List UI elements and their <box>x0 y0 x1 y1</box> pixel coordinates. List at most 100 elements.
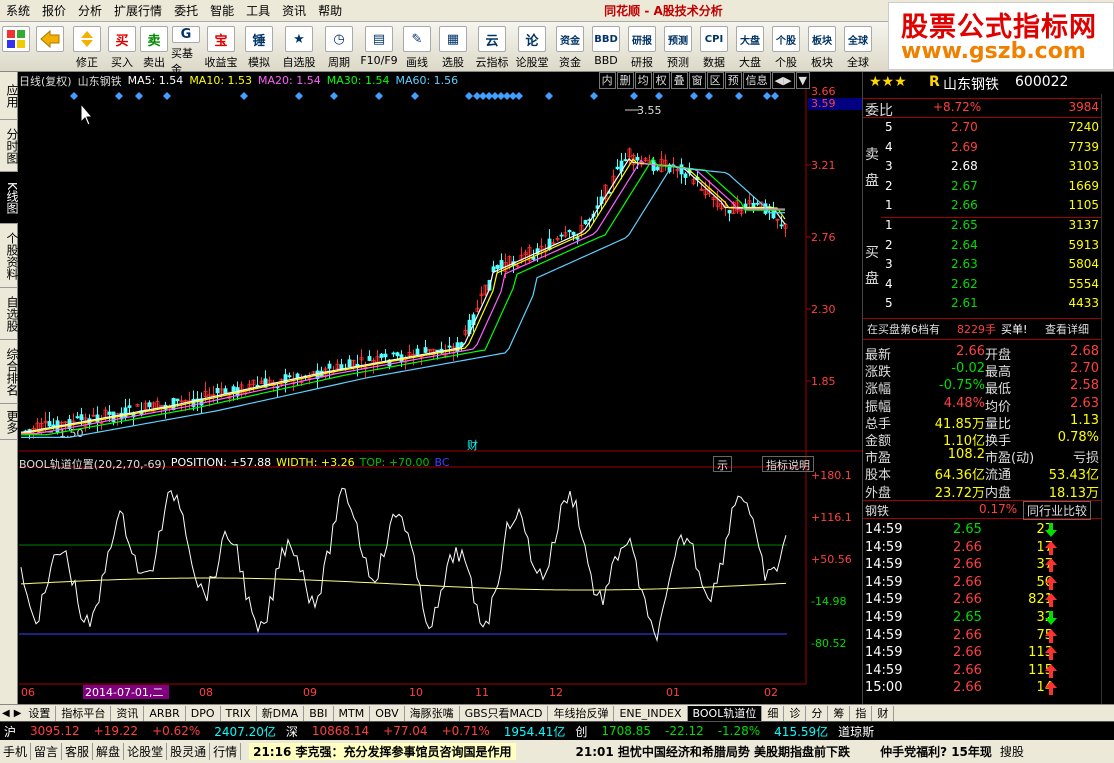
bottom-link[interactable]: 客服 <box>62 743 94 760</box>
toolbar-label-21: 个股 <box>775 56 797 69</box>
bottom-tab-17[interactable]: 分 <box>806 705 829 721</box>
bottom-tab-13[interactable]: ENE_INDEX <box>614 705 688 721</box>
bottom-link[interactable]: 留言 <box>31 743 63 760</box>
toolbar-button-4[interactable]: 卖卖出 <box>139 22 169 72</box>
toolbar-button-14[interactable]: 论论股堂 <box>513 22 551 72</box>
weibi-pct: +8.72% <box>933 100 982 114</box>
bottom-link[interactable]: 手机 <box>0 743 32 760</box>
sidebar-item-more[interactable]: 更多 <box>0 404 19 440</box>
sidebar-item-apps[interactable]: 应用 <box>0 72 19 120</box>
sell-row[interactable]: 1 2.66 1105 <box>863 198 1101 216</box>
toolbar-button-23[interactable]: 全球 全球 <box>841 22 875 72</box>
toolbar-button-17[interactable]: 研报 研报 <box>625 22 659 72</box>
bottom-tab-7[interactable]: BBI <box>304 705 334 721</box>
toolbar-button-22[interactable]: 板块 板块 <box>805 22 839 72</box>
toolbar-button-3[interactable]: 买买入 <box>107 22 137 72</box>
menu-item-tools[interactable]: 工具 <box>240 2 276 19</box>
sell-row[interactable]: 3 2.68 3103 <box>863 159 1101 177</box>
toolbar-button-5[interactable]: G 买基金 <box>171 22 201 76</box>
tab-nav-right[interactable]: ▶ <box>12 708 24 719</box>
search-stock-button[interactable]: 搜股 <box>1000 743 1024 760</box>
toolbar-button-21[interactable]: 个股 个股 <box>769 22 803 72</box>
menu-item-smart[interactable]: 智能 <box>204 2 240 19</box>
promo-link[interactable]: 仲手党福利? 15年现 <box>880 743 992 760</box>
toolbar-button-19[interactable]: CPI 数据 <box>697 22 731 72</box>
bottom-tab-11[interactable]: GBS只看MACD <box>460 705 549 721</box>
sidebar-item-ranking[interactable]: 综合排名 <box>0 340 19 404</box>
buy-row[interactable]: 1 2.65 3137 <box>863 218 1101 236</box>
indicator-info-bar: BOOL轨道位置(20,2,70,-69) POSITION: +57.88 W… <box>19 456 450 472</box>
menu-item-trade[interactable]: 委托 <box>168 2 204 19</box>
buy-row[interactable]: 4 2.62 5554 <box>863 277 1101 295</box>
buy-row[interactable]: 2 2.64 5913 <box>863 238 1101 256</box>
tab-nav-left[interactable]: ◀ <box>0 708 12 719</box>
bottom-tab-20[interactable]: 财 <box>872 705 895 721</box>
toolbar-button-9[interactable]: ◷ 周期 <box>321 22 357 72</box>
bottom-tab-12[interactable]: 年线抬反弹 <box>548 705 615 721</box>
bottom-tab-0[interactable]: 设置 <box>23 705 57 721</box>
toolbar-button-15[interactable]: 资金 资金 <box>553 22 587 72</box>
menu-item-news[interactable]: 资讯 <box>276 2 312 19</box>
bottom-link[interactable]: 股灵通 <box>167 743 211 760</box>
bottom-link[interactable]: 解盘 <box>93 743 125 760</box>
kline-chart-panel[interactable]: 日线(复权) 山东钢铁 MA5: 1.54 MA10: 1.53 MA20: 1… <box>19 72 862 704</box>
toolbar-button-16[interactable]: BBD BBD <box>589 22 623 72</box>
menu-item-analysis[interactable]: 分析 <box>72 2 108 19</box>
menu-item-quote[interactable]: 报价 <box>36 2 72 19</box>
bottom-link[interactable]: 论股堂 <box>124 743 168 760</box>
toolbar-button-20[interactable]: 大盘 大盘 <box>733 22 767 72</box>
sidebar-item-timeshare[interactable]: 分时图 <box>0 120 19 172</box>
bottom-tab-1[interactable]: 指标平台 <box>56 705 112 721</box>
bottom-tab-14[interactable]: BOOL轨道位 <box>687 705 763 721</box>
bottom-tab-18[interactable]: 筹 <box>828 705 851 721</box>
bottom-tab-2[interactable]: 资讯 <box>111 705 145 721</box>
sidebar-item-kline[interactable]: K线图 <box>0 172 19 224</box>
indicator-show-button[interactable]: 示 <box>713 456 732 472</box>
sell-row[interactable]: 5 2.70 7240 <box>863 120 1101 138</box>
menu-item-ext-quote[interactable]: 扩展行情 <box>108 2 168 19</box>
bottom-link[interactable]: 行情 <box>210 743 242 760</box>
bottom-tab-19[interactable]: 指 <box>850 705 873 721</box>
left-sidebar: 应用 分时图 K线图 个股资料 自选股 综合排名 更多 <box>0 72 19 704</box>
toolbar-button-11[interactable]: ✎ 画线 <box>401 22 433 72</box>
bottom-tab-9[interactable]: OBV <box>370 705 405 721</box>
indicator-position: POSITION: +57.88 <box>170 456 272 469</box>
toolbar-button-12[interactable]: ▦ 选股 <box>435 22 471 72</box>
toolbar-button-0[interactable] <box>1 22 31 72</box>
menu-item-help[interactable]: 帮助 <box>312 2 348 19</box>
bottom-tab-3[interactable]: ARBR <box>144 705 186 721</box>
bottom-tab-4[interactable]: DPO <box>186 705 221 721</box>
signal-diamond-icon <box>240 92 248 100</box>
sidebar-item-profile[interactable]: 个股资料 <box>0 224 19 288</box>
buy-row[interactable]: 5 2.61 4433 <box>863 296 1101 314</box>
bottom-tab-16[interactable]: 诊 <box>784 705 807 721</box>
bottom-tab-6[interactable]: 新DMA <box>257 705 305 721</box>
indicator-help-button[interactable]: 指标说明 <box>762 456 814 472</box>
toolbar-button-1[interactable] <box>33 22 67 72</box>
toolbar-glyph-icon: 全球 <box>844 26 872 52</box>
industry-compare-button[interactable]: 同行业比较 <box>1023 501 1092 520</box>
buy-row[interactable]: 3 2.63 5804 <box>863 257 1101 275</box>
news-headline-2[interactable]: 21:01 担忧中国经济和希腊局势 美股期指盘前下跌 <box>576 743 851 760</box>
sidebar-item-watchlist[interactable]: 自选股 <box>0 288 19 340</box>
toolbar-button-10[interactable]: ▤ F10/F9 <box>359 22 399 72</box>
toolbar-button-6[interactable]: 宝收益宝 <box>203 22 239 72</box>
news-headline-1[interactable]: 21:16 李克强：充分发挥参事馆员咨询国是作用 <box>249 743 516 760</box>
sell-row[interactable]: 2 2.67 1669 <box>863 179 1101 197</box>
sell-row[interactable]: 4 2.69 7739 <box>863 140 1101 158</box>
bottom-tab-10[interactable]: 海豚张嘴 <box>405 705 460 721</box>
right-scrollbar[interactable] <box>1101 94 1114 704</box>
toolbar-button-2[interactable]: 修正 <box>69 22 105 72</box>
signal-diamond-icon <box>515 92 523 100</box>
toolbar-button-13[interactable]: 云云指标 <box>473 22 511 72</box>
queue-detail-link[interactable]: 查看详细 <box>1045 321 1089 337</box>
x-axis-tick: 11 <box>475 686 489 699</box>
bottom-tab-15[interactable]: 细 <box>762 705 785 721</box>
toolbar-button-18[interactable]: 预测 预测 <box>661 22 695 72</box>
menu-item-system[interactable]: 系统 <box>0 2 36 19</box>
toolbar-button-7[interactable]: 锤模拟 <box>241 22 277 72</box>
bottom-tab-8[interactable]: MTM <box>334 705 371 721</box>
toolbar-button-8[interactable]: ★ 自选股 <box>279 22 319 72</box>
bottom-tab-5[interactable]: TRIX <box>221 705 257 721</box>
indicator-name[interactable]: BOOL轨道位置(20,2,70,-69) <box>19 456 166 472</box>
